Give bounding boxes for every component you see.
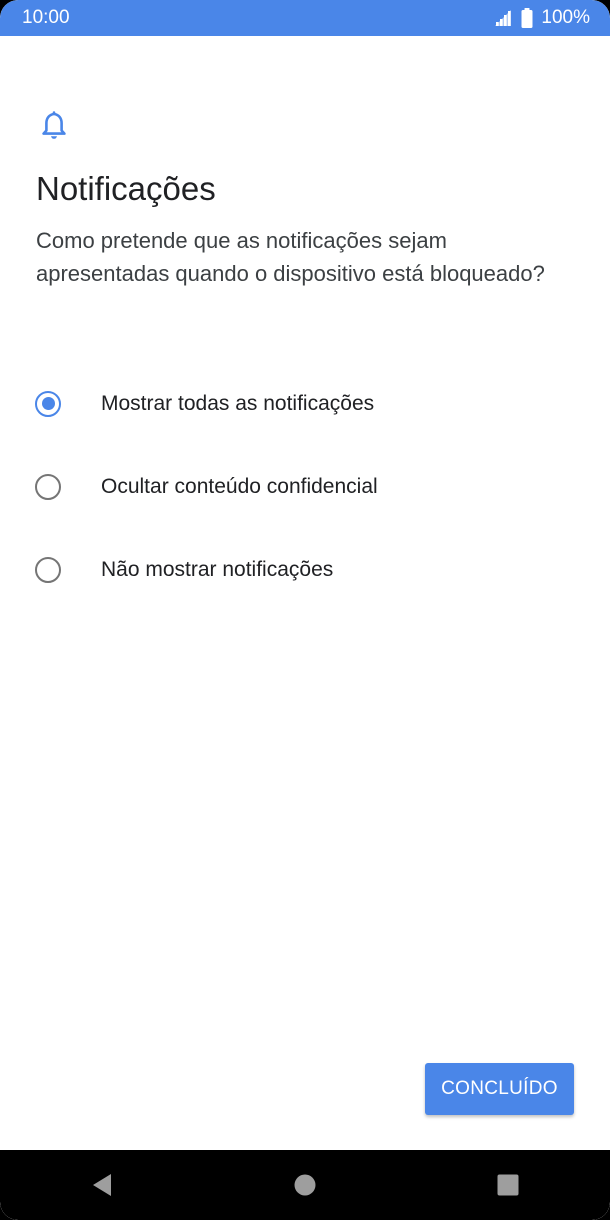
device-screen: 10:00 100% Notificações Como pretende qu… <box>0 0 610 1220</box>
recents-icon[interactable] <box>478 1155 538 1215</box>
option-show-all[interactable]: Mostrar todas as notificações <box>0 362 610 445</box>
option-label: Não mostrar notificações <box>101 557 334 581</box>
option-hide-all[interactable]: Não mostrar notificações <box>0 528 610 611</box>
status-indicators: 100% <box>493 7 590 29</box>
page-description: Como pretende que as notificações sejam … <box>36 228 545 286</box>
option-label: Mostrar todas as notificações <box>101 391 375 415</box>
page-title: Notificações <box>36 170 216 207</box>
bell-icon <box>40 110 68 140</box>
home-icon[interactable] <box>275 1155 335 1215</box>
navigation-bar <box>0 1150 610 1220</box>
done-button[interactable]: CONCLUÍDO <box>425 1063 574 1115</box>
radio-hide-all[interactable] <box>35 556 61 583</box>
notification-options: Mostrar todas as notificações Ocultar co… <box>0 362 610 611</box>
signal-icon <box>493 9 513 27</box>
status-time: 10:00 <box>22 7 70 28</box>
radio-show-all[interactable] <box>35 390 61 417</box>
battery-level: 100% <box>541 7 590 28</box>
status-bar: 10:00 100% <box>0 0 610 36</box>
option-hide-sensitive[interactable]: Ocultar conteúdo confidencial <box>0 445 610 528</box>
back-icon[interactable] <box>72 1155 132 1215</box>
option-label: Ocultar conteúdo confidencial <box>101 474 378 498</box>
radio-hide-sensitive[interactable] <box>35 473 61 500</box>
battery-icon <box>521 8 533 28</box>
